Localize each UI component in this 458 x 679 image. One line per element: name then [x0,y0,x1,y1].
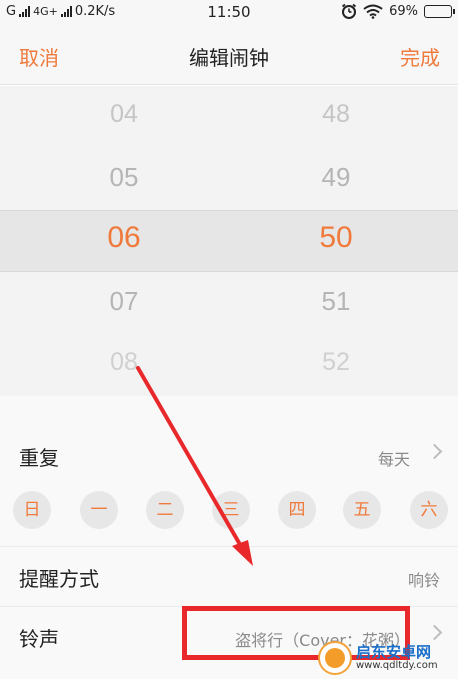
minute-option[interactable]: 51 [276,286,396,317]
status-bar: G 4G+ 0.2K/s 11:50 69% [0,0,458,26]
battery-icon [424,4,455,18]
watermark-url: www.qdltdy.com [356,659,438,671]
weekday-mon[interactable]: 一 [80,491,118,529]
repeat-label: 重复 [19,446,59,470]
watermark-text: 启东安卓网 www.qdltdy.com [356,642,438,671]
minute-option[interactable]: 49 [276,162,396,193]
battery-percent: 69% [389,3,418,19]
status-right: 69% [341,3,455,19]
nav-bar: 取消 编辑闹钟 完成 [0,26,458,85]
minute-wheel[interactable]: 48 49 50 51 52 [276,86,396,396]
watermark-name: 启东安卓网 [356,642,432,661]
repeat-row[interactable]: 重复 每天 [0,426,458,486]
weekday-tue[interactable]: 二 [146,491,184,529]
remind-mode-label: 提醒方式 [19,567,99,591]
minute-option[interactable]: 48 [276,100,396,129]
selected-minute[interactable]: 50 [276,221,396,255]
page-title: 编辑闹钟 [189,46,269,70]
watermark: 启东安卓网 www.qdltdy.com [318,637,458,679]
weekday-fri[interactable]: 五 [343,491,381,529]
chevron-right-icon [426,443,443,460]
weekday-sat[interactable]: 六 [410,491,448,529]
hour-option[interactable]: 07 [64,286,184,317]
remind-mode-value: 响铃 [407,571,440,590]
hour-option[interactable]: 04 [64,100,184,129]
weekday-thu[interactable]: 四 [278,491,316,529]
hour-option[interactable]: 05 [64,162,184,193]
repeat-value: 每天 [377,450,410,469]
minute-option[interactable]: 52 [276,348,396,377]
hour-option[interactable]: 08 [64,348,184,377]
remind-mode-row[interactable]: 提醒方式 响铃 [0,546,458,606]
time-picker[interactable]: 04 05 06 07 08 48 49 50 51 52 [0,86,458,396]
done-button[interactable]: 完成 [400,42,440,71]
selected-hour[interactable]: 06 [64,221,184,255]
weekday-selector: 日 一 二 三 四 五 六 [0,491,458,536]
weekday-wed[interactable]: 三 [212,491,250,529]
alarm-icon [342,3,357,19]
weekday-sun[interactable]: 日 [13,491,51,529]
hour-wheel[interactable]: 04 05 06 07 08 [64,86,184,396]
wifi-icon [363,4,383,19]
ringtone-label: 铃声 [19,627,59,651]
watermark-logo-icon [318,641,352,675]
